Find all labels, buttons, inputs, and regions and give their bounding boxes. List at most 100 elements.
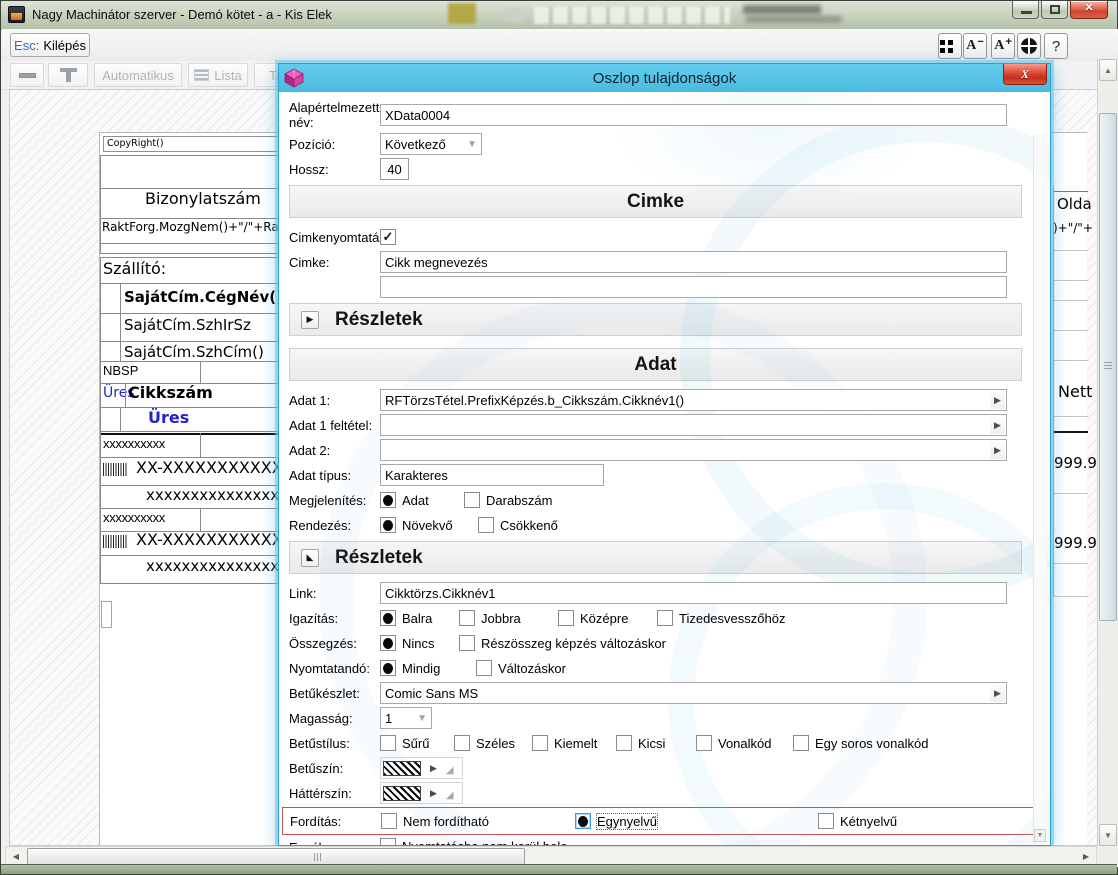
horizontal-scroll-thumb[interactable] bbox=[27, 848, 525, 865]
color-swatch[interactable] bbox=[383, 761, 421, 776]
dialog-close-button[interactable]: X bbox=[1003, 64, 1047, 85]
exit-button[interactable]: Esc: Kilépés bbox=[10, 33, 90, 57]
option-display-darabszam[interactable]: Darabszám bbox=[464, 492, 552, 508]
option-translation-ketnyelvu[interactable]: Kétnyelvű bbox=[818, 813, 897, 829]
length-input[interactable]: 40 bbox=[380, 158, 409, 180]
arrow-right-icon[interactable]: ▶ bbox=[430, 763, 437, 774]
data1-value: RFTörzsTétel.PrefixKépzés.b_Cikkszám.Cik… bbox=[385, 393, 684, 408]
minimize-button[interactable] bbox=[1012, 1, 1039, 19]
list-button[interactable]: Lista bbox=[188, 63, 248, 87]
data-type-input[interactable]: Karakteres bbox=[380, 464, 604, 486]
doc-cell: SajátCím.SzhIrSz bbox=[124, 317, 251, 334]
data1-condition-label: Adat 1 feltétel: bbox=[289, 418, 380, 433]
option-translation-nem[interactable]: Nem fordítható bbox=[381, 813, 575, 829]
option-align-jobbra[interactable]: Jobbra bbox=[459, 610, 558, 626]
scroll-up-button[interactable]: ▲ bbox=[1099, 59, 1117, 81]
scroll-right-button[interactable]: ▶ bbox=[1077, 848, 1095, 865]
arrow-right-icon[interactable]: ▶ bbox=[990, 416, 1005, 434]
font-color-picker[interactable]: ▶ ◢ bbox=[380, 757, 463, 779]
label-text-label: Cimke: bbox=[289, 255, 380, 270]
arrow-right-icon[interactable]: ▶ bbox=[990, 391, 1005, 409]
sum-label: Összegzés: bbox=[289, 636, 380, 651]
help-button[interactable]: ? bbox=[1044, 33, 1068, 59]
esc-key-label: Esc: bbox=[14, 38, 39, 53]
navigate-button[interactable] bbox=[1017, 33, 1041, 59]
option-translation-egynyelvu[interactable]: Egynyelvű bbox=[575, 813, 818, 829]
label-print-checkbox[interactable] bbox=[380, 229, 396, 245]
minus-icon: − bbox=[977, 36, 983, 48]
option-label: Darabszám bbox=[486, 493, 552, 508]
arrow-right-icon[interactable]: ▶ bbox=[430, 788, 437, 799]
main-window: Nagy Machinátor szerver - Demó kötet - a… bbox=[0, 0, 1118, 875]
option-align-balra[interactable]: Balra bbox=[380, 610, 459, 626]
doc-cell: 999.9 bbox=[1054, 455, 1097, 472]
option-label: Kicsi bbox=[638, 736, 665, 751]
remove-column-button[interactable] bbox=[10, 63, 44, 87]
doc-cell: Bizonylatszám bbox=[145, 190, 261, 208]
automatic-button[interactable]: Automatikus bbox=[94, 63, 182, 87]
scroll-left-button[interactable]: ◀ bbox=[7, 848, 25, 865]
data1-condition-input[interactable]: ▶ bbox=[380, 414, 1007, 436]
font-color-label: Betűszín: bbox=[289, 761, 380, 776]
option-display-adat[interactable]: Adat bbox=[380, 492, 464, 508]
maximize-icon bbox=[1050, 5, 1060, 14]
font-increase-button[interactable]: A+ bbox=[991, 33, 1015, 59]
option-print-valtozaskor[interactable]: Változáskor bbox=[476, 660, 566, 676]
option-style-egysoros[interactable]: Egy soros vonalkód bbox=[793, 735, 928, 751]
font-decrease-button[interactable]: A− bbox=[963, 33, 987, 59]
option-align-tizedes[interactable]: Tizedesvesszőhöz bbox=[657, 610, 785, 626]
default-name-input[interactable]: XData0004 bbox=[380, 104, 1007, 126]
gridline bbox=[120, 283, 121, 361]
gridline bbox=[200, 508, 201, 531]
option-sum-reszosszeg[interactable]: Részösszeg képzés változáskor bbox=[459, 635, 666, 651]
option-sort-novekvo[interactable]: Növekvő bbox=[380, 517, 478, 533]
details2-section-header: ◣ Részletek bbox=[289, 541, 1022, 574]
option-sum-nincs[interactable]: Nincs bbox=[380, 635, 459, 651]
data2-input[interactable]: ▶ bbox=[380, 439, 1007, 461]
gridline bbox=[1053, 186, 1054, 596]
radio-checked-icon bbox=[380, 635, 396, 651]
option-print-mindig[interactable]: Mindig bbox=[380, 660, 476, 676]
checkbox-icon bbox=[459, 635, 475, 651]
arrow-right-icon[interactable]: ▶ bbox=[990, 441, 1005, 459]
option-label: Balra bbox=[402, 611, 432, 626]
close-icon: ✕ bbox=[1071, 1, 1107, 16]
data1-input[interactable]: RFTörzsTétel.PrefixKépzés.b_Cikkszám.Cik… bbox=[380, 389, 1007, 411]
collapse-button[interactable]: ◣ bbox=[301, 549, 319, 567]
vertical-scrollbar[interactable]: ▲ ▼ bbox=[1097, 59, 1118, 846]
scroll-down-button[interactable]: ▼ bbox=[1099, 824, 1117, 846]
corner-triangle-icon[interactable]: ◢ bbox=[446, 765, 454, 776]
titlebar-glass-artifact bbox=[743, 5, 821, 14]
label-text-input[interactable]: Cikk megnevezés bbox=[380, 251, 1007, 273]
font-input[interactable]: Comic Sans MS ▶ bbox=[380, 682, 1007, 704]
close-button[interactable]: ✕ bbox=[1070, 1, 1108, 19]
option-style-kicsi[interactable]: Kicsi bbox=[616, 735, 696, 751]
option-style-suru[interactable]: Sűrű bbox=[380, 735, 454, 751]
maximize-button[interactable] bbox=[1041, 1, 1068, 19]
dialog-scroll-down-button[interactable]: ▼ bbox=[1034, 829, 1046, 842]
option-sort-csokkeno[interactable]: Csökkenő bbox=[478, 517, 558, 533]
arrow-right-icon[interactable]: ▶ bbox=[990, 684, 1005, 702]
option-style-kiemelt[interactable]: Kiemelt bbox=[532, 735, 616, 751]
dialog-scrollbar[interactable]: ▼ bbox=[1033, 134, 1047, 842]
color-swatch[interactable] bbox=[383, 786, 421, 801]
insert-column-button[interactable] bbox=[48, 63, 88, 87]
option-align-kozepre[interactable]: Középre bbox=[558, 610, 657, 626]
label-section-header: Cimke bbox=[289, 185, 1022, 218]
bg-color-picker[interactable]: ▶ ◢ bbox=[380, 782, 463, 804]
doc-cell: xxxxxxxxxx bbox=[103, 511, 165, 525]
link-input[interactable]: Cikktörzs.Cikknév1 bbox=[380, 582, 1007, 604]
option-label: Tizedesvesszőhöz bbox=[679, 611, 785, 626]
height-label: Magasság: bbox=[289, 711, 380, 726]
label-text2-input[interactable] bbox=[380, 276, 1007, 298]
height-select[interactable]: 1 ▼ bbox=[380, 707, 432, 729]
expand-button[interactable]: ▶ bbox=[301, 311, 319, 329]
option-other-nyomtatasba[interactable]: Nyomtatásba nem kerül bele bbox=[380, 838, 567, 845]
vertical-scroll-thumb[interactable] bbox=[1099, 113, 1117, 621]
option-style-vonalkod[interactable]: Vonalkód bbox=[696, 735, 793, 751]
position-select[interactable]: Következő ▼ bbox=[380, 133, 482, 155]
corner-triangle-icon[interactable]: ◢ bbox=[446, 790, 454, 801]
option-style-szeles[interactable]: Széles bbox=[454, 735, 532, 751]
grid-view-button[interactable] bbox=[938, 33, 962, 59]
window-titlebar: Nagy Machinátor szerver - Demó kötet - a… bbox=[1, 1, 1117, 30]
